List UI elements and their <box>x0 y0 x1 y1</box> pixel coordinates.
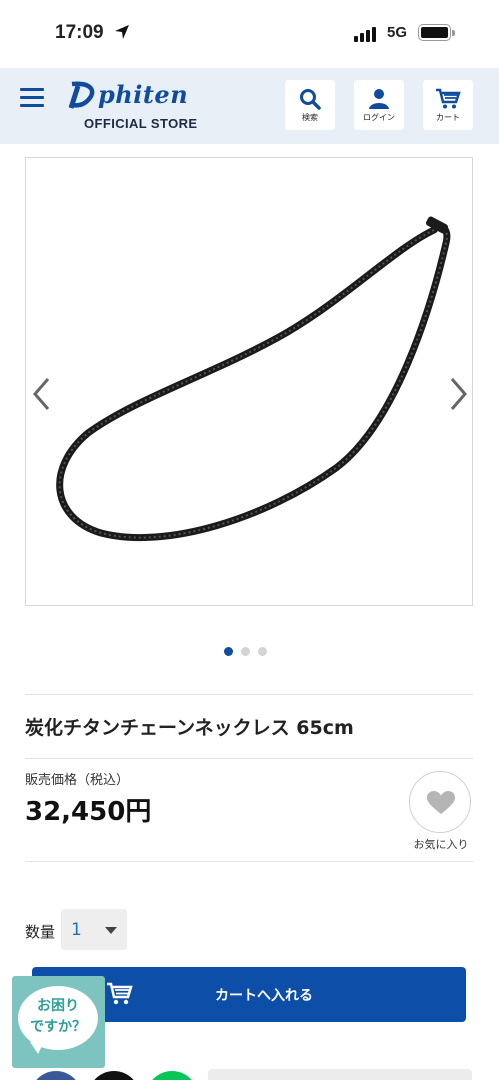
gallery-pagination <box>224 647 267 656</box>
quantity-select[interactable]: 1 <box>61 909 127 950</box>
login-button[interactable]: ログイン <box>354 80 404 130</box>
signal-icon <box>354 27 376 42</box>
quantity-value: 1 <box>71 920 82 940</box>
product-image <box>56 216 451 542</box>
user-icon <box>369 89 389 109</box>
location-arrow-icon <box>115 25 129 39</box>
logo[interactable]: phiten OFFICIAL STORE <box>64 80 214 136</box>
chevron-left-icon[interactable] <box>30 376 54 412</box>
divider <box>25 758 473 759</box>
divider <box>25 694 473 695</box>
logo-wordmark: phiten <box>98 80 189 109</box>
price: 32,450円 <box>25 797 152 827</box>
gallery-dot-2[interactable] <box>241 647 250 656</box>
network-type: 5G <box>387 24 408 41</box>
price-label: 販売価格（税込） <box>25 773 130 788</box>
product-title: 炭化チタンチェーンネックレス 65cm <box>25 717 354 739</box>
cart-header-button-label: カート <box>436 113 460 122</box>
battery-tip <box>452 30 455 36</box>
gallery-dot-3[interactable] <box>258 647 267 656</box>
favorite-label: お気に入り <box>413 838 469 851</box>
status-time: 17:09 <box>55 22 104 43</box>
product-image-gallery[interactable] <box>25 157 473 606</box>
phiten-logo-mark-icon <box>68 81 95 109</box>
battery-icon <box>418 24 451 41</box>
chevron-right-icon[interactable] <box>446 376 470 412</box>
quantity-label: 数量 <box>25 923 56 941</box>
search-button[interactable]: 検索 <box>285 80 335 130</box>
search-icon <box>300 89 321 110</box>
status-bar: 17:09 5G <box>0 0 499 68</box>
chat-help-line-2: ですか？ <box>30 1019 86 1035</box>
caret-down-icon <box>105 927 117 934</box>
gallery-dot-1[interactable] <box>224 647 233 656</box>
line-share-icon[interactable] <box>146 1071 198 1080</box>
heart-icon <box>427 791 455 814</box>
speech-bubble-tail <box>30 1042 44 1054</box>
share-row <box>0 1065 499 1080</box>
chat-help-widget[interactable]: お困り ですか？ <box>12 976 105 1068</box>
share-link-button[interactable] <box>208 1069 472 1080</box>
cart-icon <box>436 88 461 109</box>
logo-subtitle: OFFICIAL STORE <box>84 116 198 131</box>
search-button-label: 検索 <box>302 113 318 122</box>
chat-help-text: お困り ですか？ <box>18 996 98 1038</box>
favorite-button[interactable] <box>409 771 471 833</box>
divider <box>25 861 473 862</box>
login-button-label: ログイン <box>363 113 395 122</box>
x-share-icon[interactable] <box>88 1071 140 1080</box>
facebook-share-icon[interactable] <box>30 1071 82 1080</box>
cart-header-button[interactable]: カート <box>423 80 473 130</box>
hamburger-menu-icon[interactable] <box>20 88 44 108</box>
chat-help-line-1: お困り <box>37 998 79 1014</box>
